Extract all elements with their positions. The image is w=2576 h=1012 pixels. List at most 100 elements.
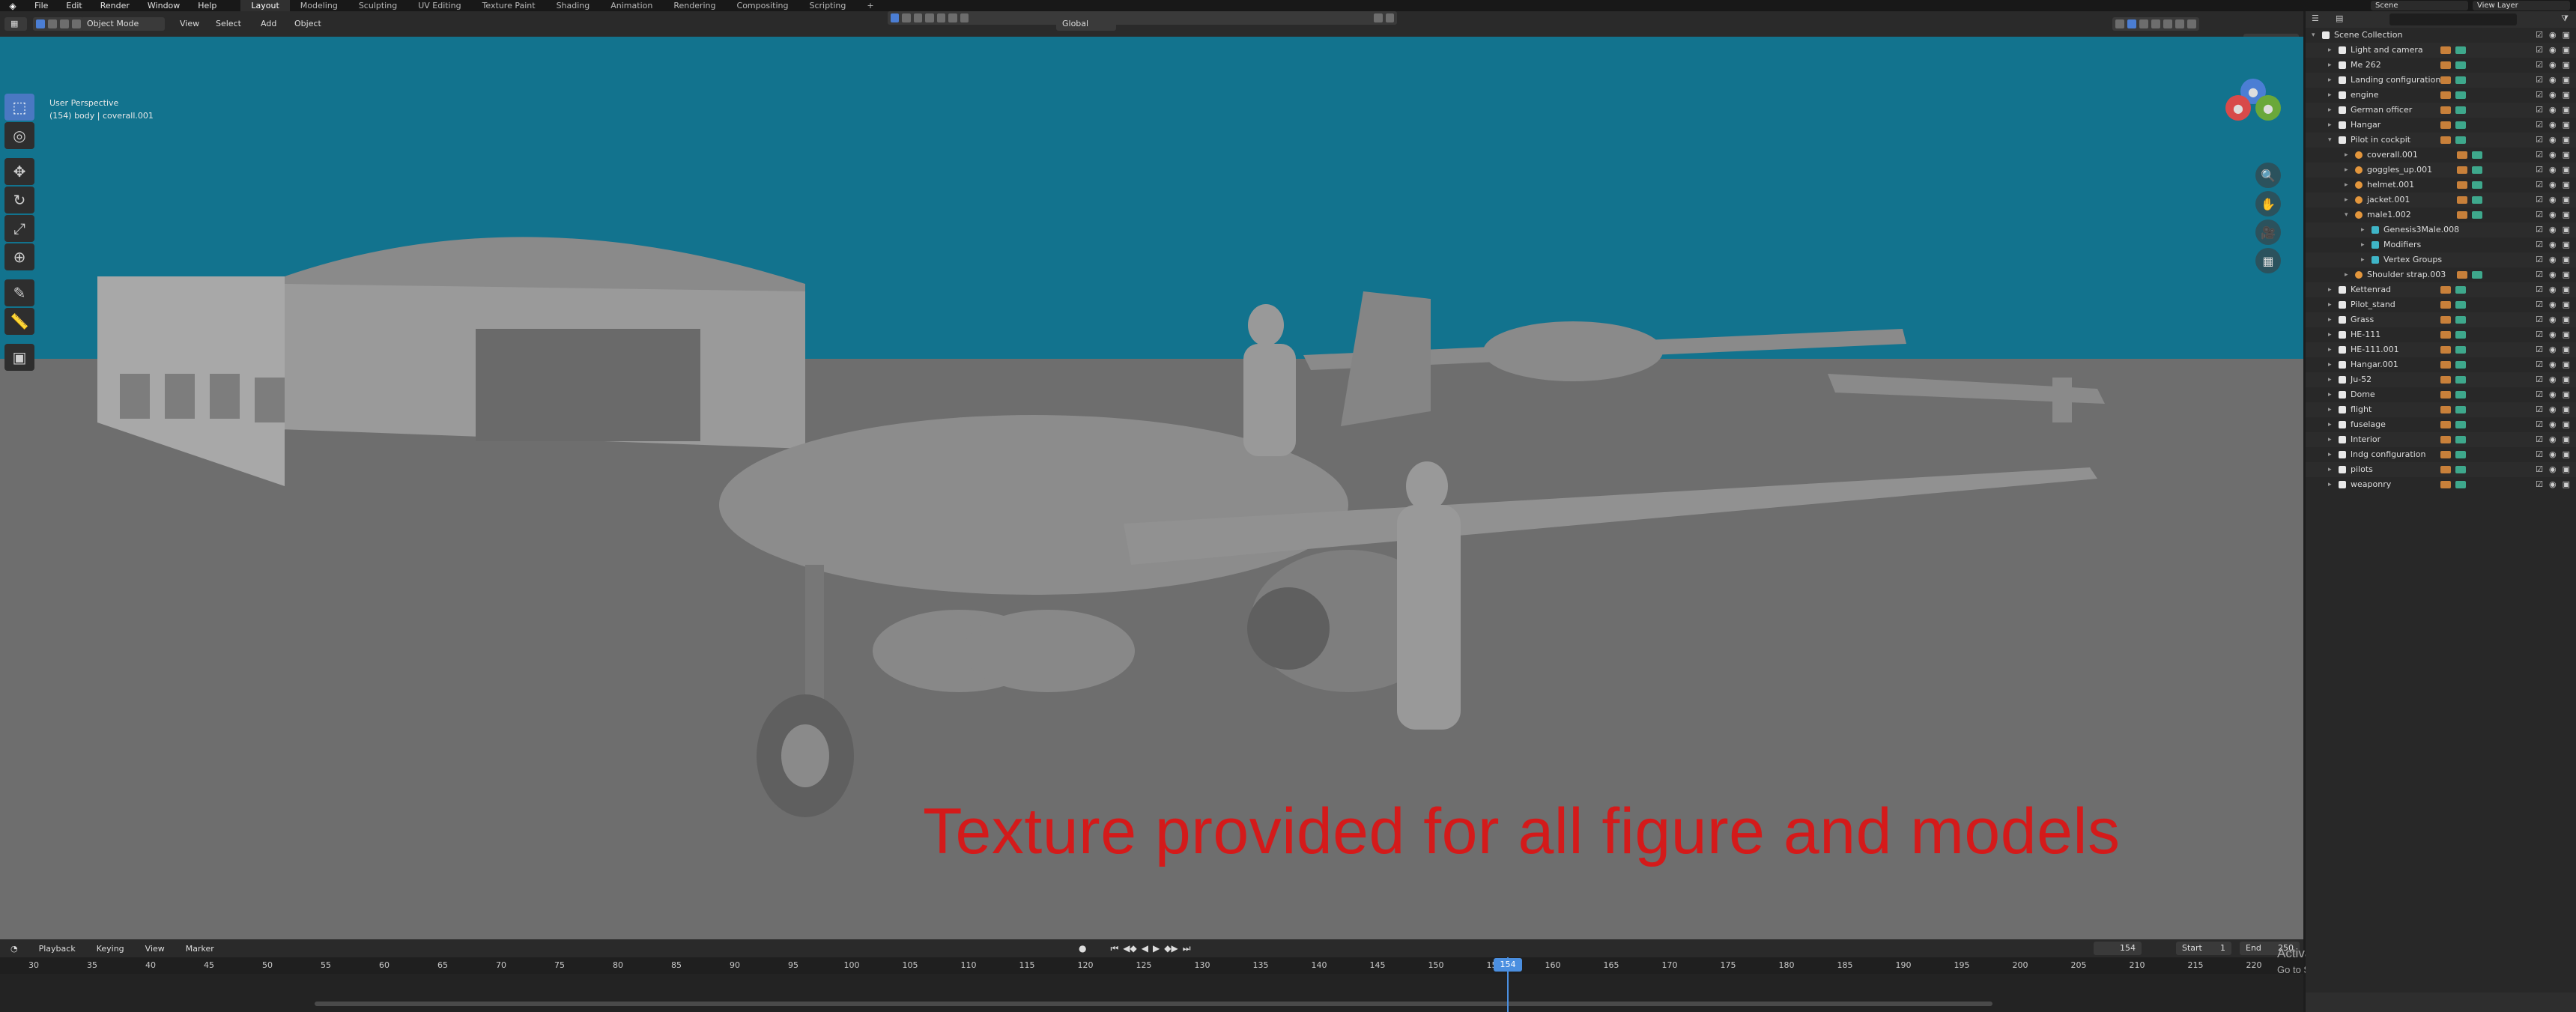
eye-icon[interactable]: ◉: [2549, 387, 2557, 402]
camera-icon[interactable]: ▣: [2563, 477, 2570, 492]
expand-arrow-icon[interactable]: ▸: [2328, 372, 2332, 387]
perspective-grid-icon[interactable]: ▦: [2255, 248, 2281, 273]
checkbox-icon[interactable]: ☑: [2536, 327, 2543, 342]
expand-arrow-icon[interactable]: ▸: [2328, 43, 2332, 58]
camera-icon[interactable]: ▣: [2563, 133, 2570, 148]
eye-icon[interactable]: ◉: [2549, 88, 2557, 103]
eye-icon[interactable]: ◉: [2549, 103, 2557, 118]
filter-icon[interactable]: ⧩: [2561, 13, 2569, 24]
eye-icon[interactable]: ◉: [2549, 342, 2557, 357]
outliner-row[interactable]: ▸ fuselage ☑ ◉ ▣: [2306, 417, 2576, 432]
zoom-icon[interactable]: 🔍: [2255, 163, 2281, 188]
expand-arrow-icon[interactable]: ▸: [2328, 118, 2332, 133]
eye-icon[interactable]: ◉: [2549, 118, 2557, 133]
next-key-icon[interactable]: ◆▶: [1164, 943, 1178, 954]
outliner-row[interactable]: ▸ Ju-52 ☑ ◉ ▣: [2306, 372, 2576, 387]
eye-icon[interactable]: ◉: [2549, 432, 2557, 447]
eye-icon[interactable]: ◉: [2549, 252, 2557, 267]
eye-icon[interactable]: ◉: [2549, 148, 2557, 163]
eye-icon[interactable]: ◉: [2549, 43, 2557, 58]
outliner-row[interactable]: ▸ Dome ☑ ◉ ▣: [2306, 387, 2576, 402]
camera-icon[interactable]: ▣: [2563, 462, 2570, 477]
viewport-menu-add[interactable]: Add: [255, 17, 282, 31]
eye-icon[interactable]: ◉: [2549, 222, 2557, 237]
cursor-icon[interactable]: ◎: [4, 122, 34, 149]
outliner-row[interactable]: ▸ flight ☑ ◉ ▣: [2306, 402, 2576, 417]
eye-icon[interactable]: ◉: [2549, 237, 2557, 252]
expand-arrow-icon[interactable]: ▸: [2328, 417, 2332, 432]
camera-icon[interactable]: ▣: [2563, 163, 2570, 178]
menu-window[interactable]: Window: [139, 0, 189, 11]
checkbox-icon[interactable]: ☑: [2536, 372, 2543, 387]
clock-icon[interactable]: ◔: [0, 944, 28, 954]
expand-arrow-icon[interactable]: ▸: [2328, 447, 2332, 462]
menu-render[interactable]: Render: [91, 0, 139, 11]
expand-arrow-icon[interactable]: ▸: [2328, 462, 2332, 477]
expand-arrow-icon[interactable]: ▸: [2328, 477, 2332, 492]
filter-toolbar[interactable]: [888, 11, 1397, 25]
checkbox-icon[interactable]: ☑: [2536, 28, 2543, 43]
eye-icon[interactable]: ◉: [2549, 163, 2557, 178]
checkbox-icon[interactable]: ☑: [2536, 163, 2543, 178]
rotate-icon[interactable]: ↻: [4, 187, 34, 213]
camera-icon[interactable]: ▣: [2563, 432, 2570, 447]
checkbox-icon[interactable]: ☑: [2536, 312, 2543, 327]
expand-arrow-icon[interactable]: ▸: [2328, 103, 2332, 118]
checkbox-icon[interactable]: ☑: [2536, 267, 2543, 282]
scale-icon[interactable]: ⤢: [4, 215, 34, 242]
timeline-menu-marker[interactable]: Marker: [175, 944, 225, 954]
expand-arrow-icon[interactable]: ▸: [2328, 282, 2332, 297]
tab-uv-editing[interactable]: UV Editing: [407, 0, 471, 11]
eye-icon[interactable]: ◉: [2549, 178, 2557, 193]
outliner-row[interactable]: ▸ Modifiers ☑ ◉ ▣: [2306, 237, 2576, 252]
measure-icon[interactable]: 📏: [4, 308, 34, 335]
eye-icon[interactable]: ◉: [2549, 297, 2557, 312]
camera-icon[interactable]: ▣: [2563, 73, 2570, 88]
editor-type-icon[interactable]: ▦: [4, 17, 27, 31]
checkbox-icon[interactable]: ☑: [2536, 193, 2543, 207]
camera-icon[interactable]: ▣: [2563, 58, 2570, 73]
eye-icon[interactable]: ◉: [2549, 402, 2557, 417]
expand-arrow-icon[interactable]: ▾: [2328, 133, 2332, 148]
object-mode-dropdown[interactable]: Object Mode: [81, 17, 165, 31]
eye-icon[interactable]: ◉: [2549, 372, 2557, 387]
camera-view-icon[interactable]: 🎥: [2255, 219, 2281, 245]
camera-icon[interactable]: ▣: [2563, 282, 2570, 297]
eye-icon[interactable]: ◉: [2549, 312, 2557, 327]
checkbox-icon[interactable]: ☑: [2536, 252, 2543, 267]
checkbox-icon[interactable]: ☑: [2536, 148, 2543, 163]
outliner-row[interactable]: ▸ Shoulder strap.003 ☑ ◉ ▣: [2306, 267, 2576, 282]
checkbox-icon[interactable]: ☑: [2536, 297, 2543, 312]
tab-layout[interactable]: Layout: [240, 0, 290, 11]
eye-icon[interactable]: ◉: [2549, 477, 2557, 492]
outliner-row[interactable]: ▸ weaponry ☑ ◉ ▣: [2306, 477, 2576, 492]
outliner-row[interactable]: ▸ Genesis3Male.008 ☑ ◉ ▣: [2306, 222, 2576, 237]
start-frame-field[interactable]: Start 1: [2176, 942, 2231, 955]
viewport-menu-view[interactable]: View: [174, 17, 205, 31]
checkbox-icon[interactable]: ☑: [2536, 58, 2543, 73]
expand-arrow-icon[interactable]: ▸: [2345, 163, 2348, 178]
checkbox-icon[interactable]: ☑: [2536, 103, 2543, 118]
camera-icon[interactable]: ▣: [2563, 417, 2570, 432]
checkbox-icon[interactable]: ☑: [2536, 237, 2543, 252]
axis-x-icon[interactable]: ●: [2225, 95, 2251, 121]
eye-icon[interactable]: ◉: [2549, 462, 2557, 477]
tab-compositing[interactable]: Compositing: [727, 0, 799, 11]
camera-icon[interactable]: ▣: [2563, 148, 2570, 163]
outliner-row[interactable]: ▸ Interior ☑ ◉ ▣: [2306, 432, 2576, 447]
eye-icon[interactable]: ◉: [2549, 327, 2557, 342]
camera-icon[interactable]: ▣: [2563, 178, 2570, 193]
checkbox-icon[interactable]: ☑: [2536, 357, 2543, 372]
expand-arrow-icon[interactable]: ▸: [2328, 297, 2332, 312]
outliner-row[interactable]: ▸ helmet.001 ☑ ◉ ▣: [2306, 178, 2576, 193]
expand-arrow-icon[interactable]: ▸: [2328, 432, 2332, 447]
outliner-row[interactable]: ▸ Me 262 ☑ ◉ ▣: [2306, 58, 2576, 73]
view-layer-field[interactable]: View Layer: [2473, 1, 2570, 10]
tab-modeling[interactable]: Modeling: [290, 0, 348, 11]
timeline-menu-view[interactable]: View: [135, 944, 175, 954]
tab-scripting[interactable]: Scripting: [798, 0, 856, 11]
camera-icon[interactable]: ▣: [2563, 193, 2570, 207]
checkbox-icon[interactable]: ☑: [2536, 447, 2543, 462]
outliner-row[interactable]: ▾ male1.002 ☑ ◉ ▣: [2306, 207, 2576, 222]
expand-arrow-icon[interactable]: ▸: [2328, 387, 2332, 402]
